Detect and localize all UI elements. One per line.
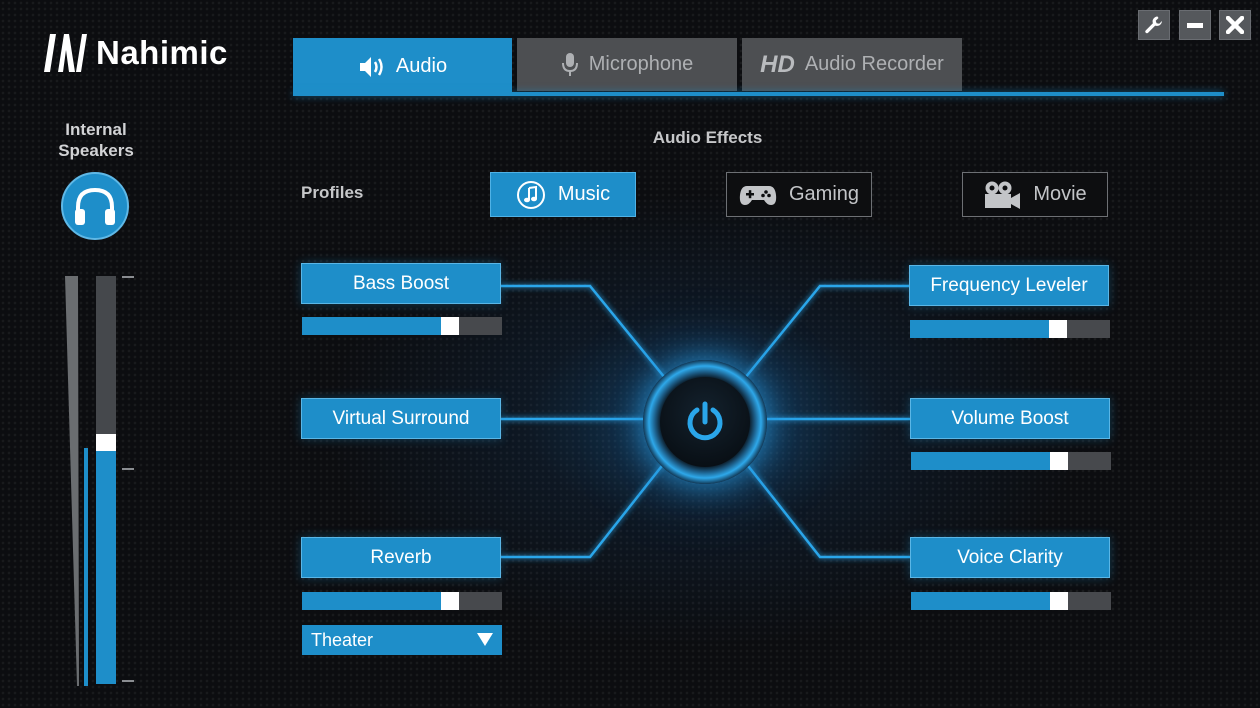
gamepad-icon xyxy=(739,185,777,205)
profiles-label: Profiles xyxy=(301,183,364,202)
app-logo: Nahimic xyxy=(42,32,228,74)
virtual-surround-button[interactable]: Virtual Surround xyxy=(301,398,501,439)
voice-clarity-button[interactable]: Voice Clarity xyxy=(910,537,1110,578)
frequency-leveler-button[interactable]: Frequency Leveler xyxy=(909,265,1109,306)
volume-boost-label: Volume Boost xyxy=(951,407,1069,429)
slider-fill xyxy=(910,320,1058,338)
device-label-line2: Speakers xyxy=(58,141,134,160)
audio-effects-title: Audio Effects xyxy=(652,128,763,147)
slider-handle[interactable] xyxy=(1049,320,1067,338)
power-icon xyxy=(687,401,723,441)
volume-tick xyxy=(122,276,134,278)
hd-badge: HD xyxy=(760,50,795,78)
profile-gaming-button[interactable]: Gaming xyxy=(726,172,872,217)
tab-audio[interactable]: Audio xyxy=(293,38,512,95)
voice-clarity-slider[interactable] xyxy=(911,592,1111,610)
reverb-preset-value: Theater xyxy=(311,629,374,650)
reverb-slider[interactable] xyxy=(302,592,502,610)
close-button[interactable] xyxy=(1219,10,1251,40)
profile-music-button[interactable]: Music xyxy=(490,172,636,217)
effects-power-button[interactable] xyxy=(660,377,750,467)
slider-handle[interactable] xyxy=(1050,592,1068,610)
slider-fill xyxy=(911,452,1059,470)
app-name: Nahimic xyxy=(96,34,228,71)
video-camera-icon xyxy=(985,181,1021,209)
slider-handle[interactable] xyxy=(1050,452,1068,470)
frequency-leveler-slider[interactable] xyxy=(910,320,1110,338)
reverb-label: Reverb xyxy=(370,546,432,568)
bass-boost-label: Bass Boost xyxy=(352,272,450,294)
tab-microphone-label: Microphone xyxy=(588,53,694,75)
volume-level-indicator xyxy=(65,276,88,686)
slider-handle[interactable] xyxy=(441,592,459,610)
settings-button[interactable] xyxy=(1138,10,1170,40)
reverb-preset-dropdown[interactable]: Theater xyxy=(302,625,502,655)
minimize-icon xyxy=(1187,23,1203,28)
device-label-line1: Internal xyxy=(65,120,127,139)
minimize-button[interactable] xyxy=(1179,10,1211,40)
bass-boost-button[interactable]: Bass Boost xyxy=(301,263,501,304)
bass-boost-slider[interactable] xyxy=(302,317,502,335)
profile-music-label: Music xyxy=(557,183,611,205)
slider-fill xyxy=(302,317,450,335)
volume-tick xyxy=(122,680,134,682)
profile-gaming-label: Gaming xyxy=(788,183,860,205)
tab-audio-label: Audio xyxy=(395,55,448,77)
tab-recorder-label: Audio Recorder xyxy=(804,53,944,75)
output-device-button[interactable] xyxy=(61,172,129,240)
volume-boost-button[interactable]: Volume Boost xyxy=(910,398,1110,439)
music-note-icon xyxy=(516,180,545,209)
virtual-surround-label: Virtual Surround xyxy=(332,407,470,429)
output-device-label: Internal Speakers xyxy=(50,119,142,161)
profile-movie-label: Movie xyxy=(1033,183,1087,205)
close-icon xyxy=(1226,16,1244,34)
volume-boost-slider[interactable] xyxy=(911,452,1111,470)
microphone-icon xyxy=(561,52,578,76)
nahimic-logo-icon xyxy=(44,34,87,72)
slider-fill xyxy=(302,592,450,610)
wrench-icon xyxy=(1145,16,1162,34)
tab-hd-audio-recorder[interactable]: HD Audio Recorder xyxy=(742,38,962,91)
reverb-button[interactable]: Reverb xyxy=(301,537,501,578)
slider-fill xyxy=(911,592,1059,610)
voice-clarity-label: Voice Clarity xyxy=(957,546,1063,568)
master-volume-fill xyxy=(96,443,116,684)
tab-underline xyxy=(293,92,1224,96)
master-volume-handle[interactable] xyxy=(96,434,116,451)
headphones-icon xyxy=(75,187,115,225)
profile-movie-button[interactable]: Movie xyxy=(962,172,1108,217)
dropdown-arrow-icon xyxy=(477,633,493,646)
tab-microphone[interactable]: Microphone xyxy=(517,38,737,91)
speaker-icon xyxy=(359,56,383,77)
volume-tick xyxy=(122,468,134,470)
frequency-leveler-label: Frequency Leveler xyxy=(930,274,1088,296)
slider-handle[interactable] xyxy=(441,317,459,335)
